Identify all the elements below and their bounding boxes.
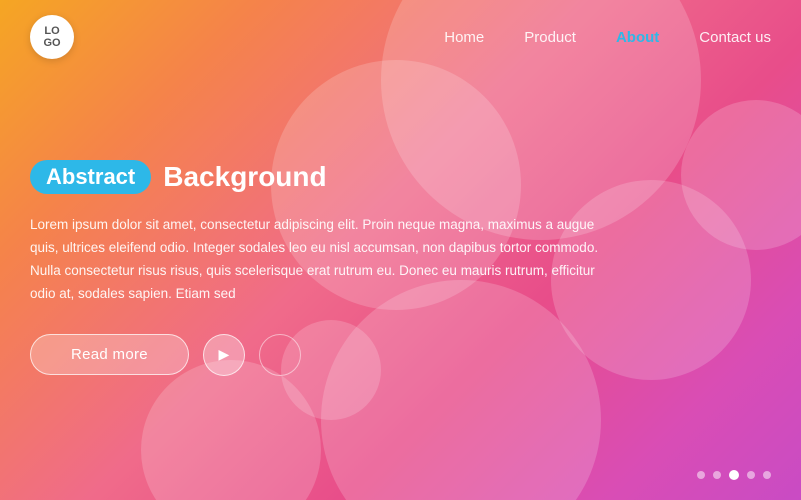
page-wrapper: LOGO Home Product About Contact us Abstr… (0, 0, 801, 500)
read-more-button[interactable]: Read more (30, 334, 189, 375)
hero-content: Abstract Background Lorem ipsum dolor si… (30, 160, 600, 376)
hero-badge: Abstract (30, 160, 151, 194)
hero-description: Lorem ipsum dolor sit amet, consectetur … (30, 214, 600, 306)
hero-title: Abstract Background (30, 160, 600, 194)
logo-text: LOGO (43, 25, 60, 49)
pagination-dots (697, 470, 771, 480)
pagination-dot-4[interactable] (747, 471, 755, 479)
pagination-dot-5[interactable] (763, 471, 771, 479)
nav-home[interactable]: Home (444, 29, 484, 46)
pagination-dot-1[interactable] (697, 471, 705, 479)
hero-title-text: Background (163, 161, 326, 193)
play-icon: ▶ (219, 346, 230, 363)
nav-links: Home Product About Contact us (444, 29, 771, 46)
nav-product[interactable]: Product (524, 29, 576, 46)
nav-about[interactable]: About (616, 29, 659, 46)
logo[interactable]: LOGO (30, 15, 74, 59)
pagination-dot-2[interactable] (713, 471, 721, 479)
navbar: LOGO Home Product About Contact us (0, 0, 801, 74)
play-hollow-button[interactable] (259, 334, 301, 376)
cta-row: Read more ▶ (30, 334, 600, 376)
pagination-dot-3[interactable] (729, 470, 739, 480)
play-button[interactable]: ▶ (203, 334, 245, 376)
nav-contact[interactable]: Contact us (699, 29, 771, 46)
